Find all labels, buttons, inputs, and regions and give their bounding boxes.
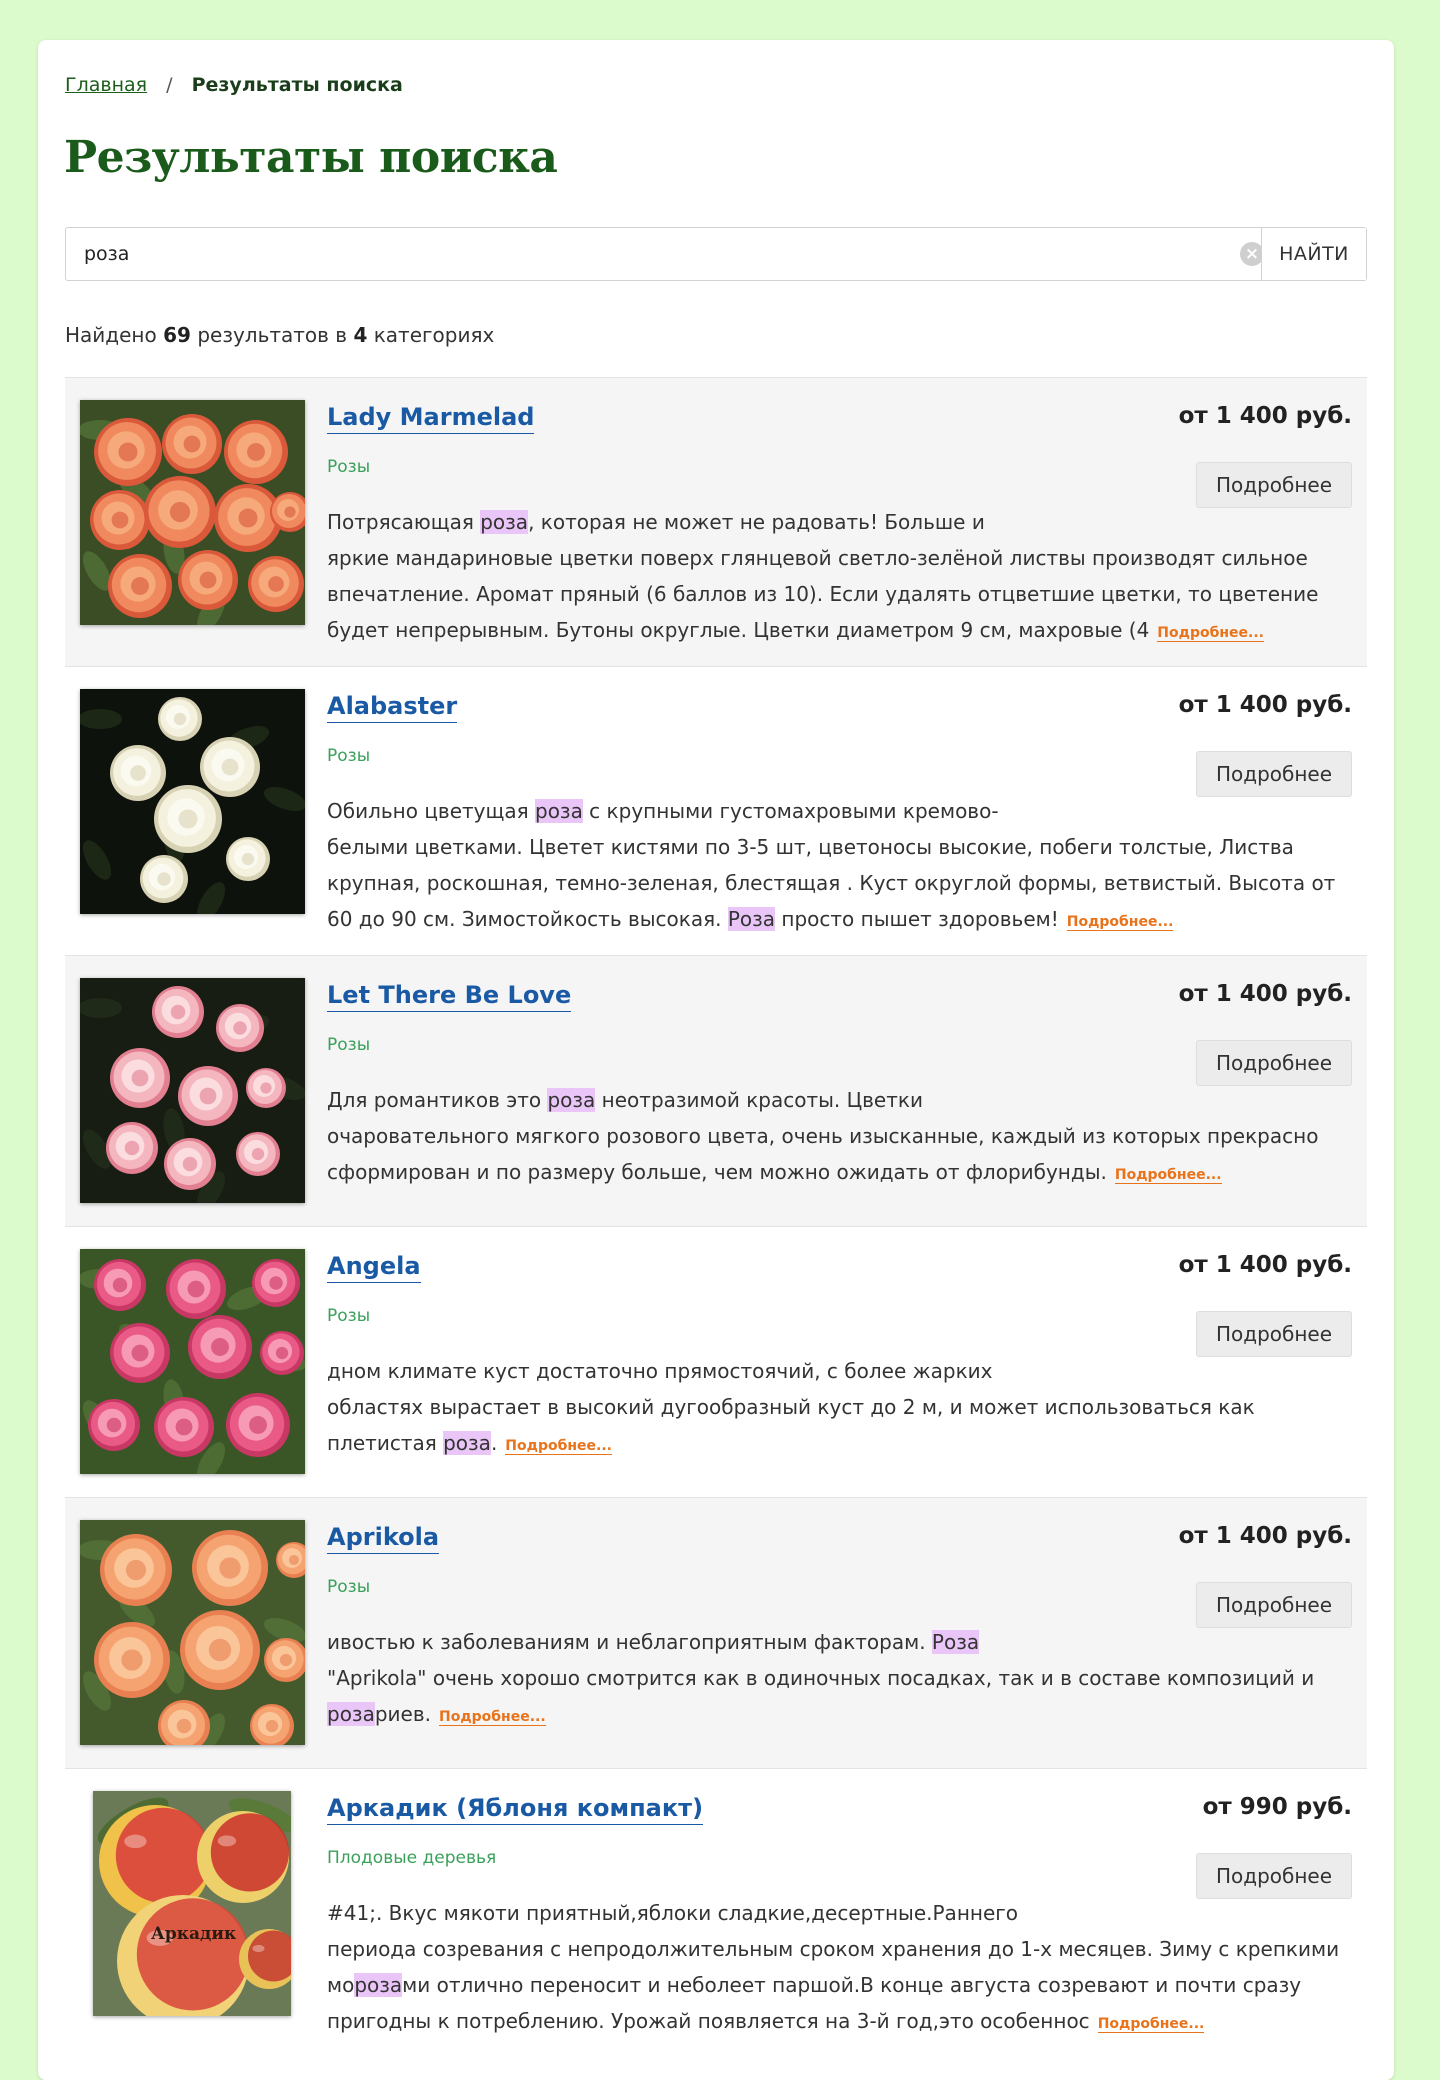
result-item: Angela Розы от 1 400 руб. Подробнее дном кли… [65, 1226, 1367, 1497]
flower-photo [78, 978, 306, 1211]
results-list: Lady Marmelad Розы от 1 400 руб. Подробнее П… [65, 377, 1367, 2068]
details-button[interactable]: Подробнее [1196, 1853, 1352, 1899]
search-highlight: роза [547, 1088, 596, 1112]
result-category: Розы [327, 1306, 371, 1326]
read-more-link[interactable]: Подробнее... [1157, 625, 1264, 642]
search-highlight: роза [327, 1702, 375, 1726]
result-thumbnail[interactable]: Аркадик [93, 1791, 299, 2027]
read-more-link[interactable]: Подробнее... [1066, 914, 1174, 931]
result-title-link[interactable]: Аркадик (Яблоня компакт) [327, 1794, 704, 1825]
breadcrumb-home-link[interactable]: Главная [65, 74, 147, 96]
details-button[interactable]: Подробнее [1196, 1582, 1352, 1628]
result-price: от 1 400 руб. [1178, 403, 1352, 429]
flower-photo [78, 400, 310, 633]
read-more-link[interactable]: Подробнее... [1114, 1167, 1222, 1184]
result-category: Розы [327, 746, 371, 766]
read-more-link[interactable]: Подробнее... [438, 1709, 546, 1726]
result-item: Lady Marmelad Розы от 1 400 руб. Подробнее П… [65, 377, 1367, 666]
result-description: Для романтиков это роза неотразимой крас… [327, 1088, 1319, 1184]
search-button[interactable]: НАЙТИ [1261, 228, 1366, 280]
details-button[interactable]: Подробнее [1196, 1040, 1352, 1086]
result-category: Розы [327, 1035, 371, 1055]
details-button[interactable]: Подробнее [1196, 1311, 1352, 1357]
results-count: 69 [163, 323, 191, 347]
result-category: Розы [327, 1577, 371, 1597]
result-thumbnail[interactable] [78, 400, 310, 633]
apple-photo-label: Аркадик [151, 1924, 237, 1944]
flower-photo [78, 1249, 306, 1482]
content-card: Главная / Результаты поиска Результаты п… [38, 40, 1394, 2080]
result-price: от 1 400 руб. [1178, 1523, 1352, 1549]
categories-count: 4 [353, 323, 368, 347]
result-title-link[interactable]: Alabaster [327, 692, 458, 723]
result-title-link[interactable]: Let There Be Love [327, 981, 572, 1012]
result-category: Розы [327, 457, 371, 477]
result-price: от 990 руб. [1202, 1794, 1352, 1820]
read-more-link[interactable]: Подробнее... [505, 1438, 612, 1455]
result-item: Аркадик Аркадик (Яблоня компакт) Плодовые … [65, 1768, 1367, 2068]
details-button[interactable]: Подробнее [1196, 462, 1352, 508]
page-title: Результаты поиска [64, 132, 558, 183]
result-thumbnail[interactable] [78, 689, 306, 922]
result-thumbnail[interactable] [78, 1520, 312, 1753]
flower-photo [78, 1520, 312, 1753]
result-thumbnail[interactable] [78, 978, 306, 1211]
result-description: Обильно цветущая роза с крупными густома… [327, 799, 1336, 931]
breadcrumb: Главная / Результаты поиска [65, 74, 403, 96]
results-summary: Найдено 69 результатов в 4 категориях [65, 323, 494, 347]
result-price: от 1 400 руб. [1178, 1252, 1352, 1278]
result-price: от 1 400 руб. [1178, 981, 1352, 1007]
search-highlight: роза [480, 510, 529, 534]
read-more-link[interactable]: Подробнее... [1097, 2016, 1205, 2033]
result-description: Потрясающая роза, которая не может не ра… [327, 510, 1319, 642]
flower-photo [78, 689, 306, 922]
result-thumbnail[interactable] [78, 1249, 306, 1482]
result-title-link[interactable]: Lady Marmelad [327, 403, 535, 434]
result-item: Let There Be Love Розы от 1 400 руб. Подроб… [65, 955, 1367, 1226]
search-input[interactable] [66, 228, 1266, 280]
result-item: Aprikola Розы от 1 400 руб. Подробнее ивость… [65, 1497, 1367, 1768]
result-item: Alabaster Розы от 1 400 руб. Подробнее Обиль… [65, 666, 1367, 955]
details-button[interactable]: Подробнее [1196, 751, 1352, 797]
result-title-link[interactable]: Aprikola [327, 1523, 440, 1554]
result-price: от 1 400 руб. [1178, 692, 1352, 718]
summary-middle: результатов в [197, 323, 348, 347]
breadcrumb-current: Результаты поиска [191, 74, 403, 96]
search-bar: × НАЙТИ [65, 227, 1367, 281]
search-highlight: Роза [931, 1630, 980, 1654]
result-title-link[interactable]: Angela [327, 1252, 421, 1283]
apple-photo: Аркадик [93, 1791, 299, 2027]
result-description: #41;. Вкус мякоти приятный,яблоки сладки… [327, 1901, 1340, 2033]
summary-prefix: Найдено [65, 323, 157, 347]
search-highlight: роза [535, 799, 583, 823]
result-description: дном климате куст достаточно прямостоячи… [327, 1359, 1255, 1455]
summary-suffix: категориях [373, 323, 495, 347]
result-category: Плодовые деревья [327, 1848, 497, 1868]
search-highlight: роза [354, 1973, 403, 1997]
search-highlight: Роза [727, 907, 776, 931]
result-description: ивостью к заболеваниям и неблагоприятным… [327, 1630, 1315, 1726]
search-highlight: роза [443, 1431, 491, 1455]
breadcrumb-separator: / [166, 74, 173, 96]
